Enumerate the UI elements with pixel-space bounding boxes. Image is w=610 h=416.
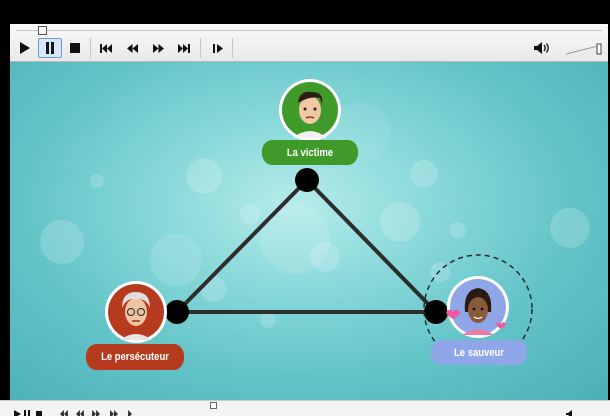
pause-icon bbox=[46, 42, 54, 54]
rescuer-label: Le sauveur bbox=[430, 340, 528, 365]
victim-label: La victime bbox=[261, 140, 359, 165]
persecutor-avatar bbox=[105, 281, 167, 343]
skip-previous-icon bbox=[100, 43, 112, 53]
triangle-edge bbox=[175, 178, 309, 314]
bottom-controls-icons bbox=[14, 410, 132, 416]
skip-next-icon bbox=[178, 43, 190, 53]
bottom-control-strip bbox=[0, 400, 610, 416]
top-black-bar bbox=[0, 0, 610, 24]
frame-step-icon bbox=[212, 43, 223, 53]
seek-bar[interactable] bbox=[16, 30, 602, 31]
media-toolbar bbox=[10, 24, 608, 62]
bottom-speaker-icon bbox=[566, 410, 572, 416]
play-icon bbox=[20, 42, 30, 54]
pause-button[interactable] bbox=[38, 38, 62, 58]
stop-icon bbox=[70, 43, 80, 53]
fast-forward-button[interactable] bbox=[148, 38, 168, 58]
stop-button[interactable] bbox=[66, 38, 84, 58]
speaker-icon bbox=[534, 42, 549, 54]
toolbar-separator bbox=[200, 38, 201, 58]
triangle-vertex bbox=[295, 168, 319, 192]
triangle-edge bbox=[305, 178, 438, 314]
toolbar-separator bbox=[232, 38, 233, 58]
toolbar-separator bbox=[90, 38, 91, 58]
fast-forward-icon bbox=[152, 43, 164, 53]
seek-thumb[interactable] bbox=[38, 26, 47, 35]
rewind-button[interactable] bbox=[122, 38, 142, 58]
bottom-seek-thumb[interactable] bbox=[210, 402, 217, 409]
victim-avatar bbox=[279, 79, 341, 141]
rewind-icon bbox=[126, 43, 138, 53]
skip-next-button[interactable] bbox=[174, 38, 194, 58]
skip-previous-button[interactable] bbox=[96, 38, 116, 58]
frame-step-button[interactable] bbox=[208, 38, 228, 58]
triangle-vertex bbox=[424, 300, 448, 324]
play-button[interactable] bbox=[16, 38, 34, 58]
volume-button[interactable] bbox=[532, 38, 554, 58]
persecutor-label: Le persécuteur bbox=[85, 344, 185, 370]
video-frame[interactable]: La victime Le persécuteur Le sauveur bbox=[10, 62, 608, 400]
triangle-vertex bbox=[165, 300, 189, 324]
volume-slider[interactable] bbox=[566, 41, 602, 55]
